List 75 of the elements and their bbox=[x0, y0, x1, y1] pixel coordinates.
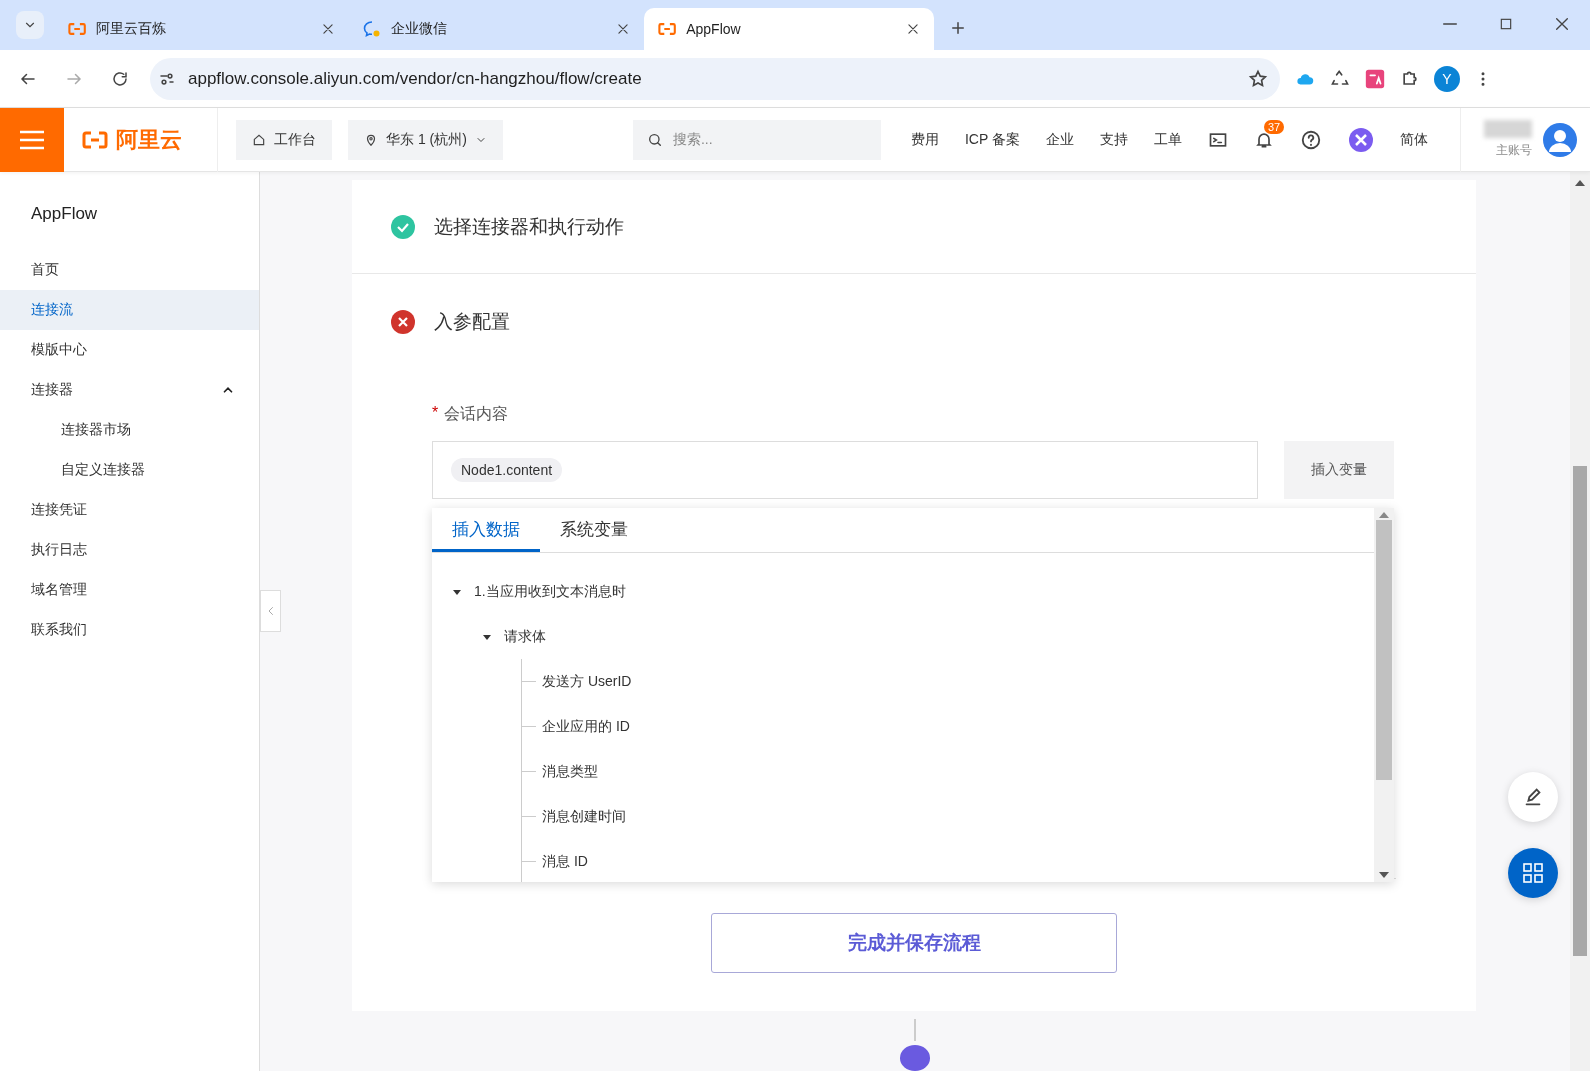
header-nav-link[interactable]: 费用 bbox=[910, 130, 939, 149]
bracket-logo-icon bbox=[658, 22, 677, 36]
tree-leaf-label[interactable]: 消息类型 bbox=[542, 762, 598, 781]
sidebar-item[interactable]: 执行日志 bbox=[0, 530, 259, 570]
language-link[interactable]: 简体 bbox=[1399, 130, 1428, 149]
tree-node-label[interactable]: 1.当应用收到文本消息时 bbox=[474, 582, 626, 601]
tree-node-label[interactable]: 请求体 bbox=[504, 627, 546, 646]
sidebar-item[interactable]: 域名管理 bbox=[0, 570, 259, 610]
save-flow-button[interactable]: 完成并保存流程 bbox=[711, 913, 1117, 973]
tree-leaf-label[interactable]: 企业应用的 ID bbox=[542, 717, 630, 736]
browser-tab[interactable]: 企业微信 bbox=[349, 8, 644, 50]
close-icon[interactable] bbox=[906, 22, 920, 36]
address-bar[interactable]: appflow.console.aliyun.com/vendor/cn-hangzhou/flow/create bbox=[150, 57, 1280, 100]
blurred-name bbox=[1484, 120, 1532, 138]
account-label: 主账号 bbox=[1496, 142, 1532, 159]
sidebar-item[interactable]: 连接器市场 bbox=[0, 410, 259, 450]
page-scrollbar[interactable] bbox=[1570, 172, 1590, 1071]
scroll-up-icon[interactable] bbox=[1379, 512, 1389, 518]
add-step-button[interactable] bbox=[900, 1045, 930, 1071]
step-title: 选择连接器和执行动作 bbox=[434, 214, 624, 239]
field-label: * 会话内容 bbox=[432, 404, 1396, 425]
sidebar-item[interactable]: 连接器 bbox=[0, 370, 259, 410]
sidebar-item[interactable]: 连接流 bbox=[0, 290, 259, 330]
region-selector[interactable]: 华东 1 (杭州) bbox=[348, 119, 503, 160]
sidebar-item[interactable]: 联系我们 bbox=[0, 610, 259, 650]
insert-variable-button[interactable]: 插入变量 bbox=[1284, 441, 1394, 499]
plus-icon bbox=[949, 19, 967, 37]
sidebar-item[interactable]: 模版中心 bbox=[0, 330, 259, 370]
minimize-icon bbox=[1443, 23, 1457, 25]
sidebar-item[interactable]: 连接凭证 bbox=[0, 490, 259, 530]
maximize-icon bbox=[1499, 17, 1513, 31]
star-icon[interactable] bbox=[1248, 68, 1268, 89]
header-nav-link[interactable]: 工单 bbox=[1153, 130, 1182, 149]
bracket-logo-icon bbox=[68, 22, 87, 36]
input-field[interactable]: Node1.content bbox=[432, 441, 1258, 499]
browser-tab[interactable]: 阿里云百炼 bbox=[54, 8, 349, 50]
search-icon bbox=[646, 131, 663, 148]
workbench-button[interactable]: 工作台 bbox=[236, 119, 332, 160]
bracket-logo-icon bbox=[82, 129, 108, 150]
notification-count: 37 bbox=[1263, 119, 1285, 134]
header-nav-link[interactable]: ICP 备案 bbox=[964, 130, 1020, 149]
tree-leaf-label[interactable]: 消息 ID bbox=[542, 852, 588, 871]
tree-leaf-label[interactable]: 消息创建时间 bbox=[542, 807, 626, 826]
close-icon[interactable] bbox=[616, 22, 630, 36]
header-nav-link[interactable]: 支持 bbox=[1099, 130, 1128, 149]
profile-avatar[interactable]: Y bbox=[1434, 65, 1460, 92]
header-nav-link[interactable]: 企业 bbox=[1045, 130, 1074, 149]
close-icon bbox=[1554, 16, 1570, 32]
menu-icon bbox=[19, 129, 45, 150]
location-pin-icon bbox=[364, 132, 378, 147]
dropdown-tab[interactable]: 系统变量 bbox=[540, 508, 648, 552]
sidebar-item[interactable]: 自定义连接器 bbox=[0, 450, 259, 490]
close-icon[interactable] bbox=[321, 22, 335, 36]
required-mark: * bbox=[432, 404, 439, 423]
apps-button[interactable] bbox=[1508, 848, 1558, 898]
grid-icon bbox=[1521, 861, 1545, 885]
scroll-down-icon[interactable] bbox=[1379, 872, 1389, 878]
tree-leaf-label[interactable]: 发送方 UserID bbox=[542, 672, 632, 691]
dropdown-tab[interactable]: 插入数据 bbox=[432, 508, 540, 552]
menu-button[interactable] bbox=[0, 107, 64, 172]
user-avatar-icon[interactable] bbox=[1542, 121, 1578, 158]
sidebar-title: AppFlow bbox=[30, 204, 99, 225]
reload-icon bbox=[111, 69, 129, 88]
assistant-icon[interactable] bbox=[1347, 126, 1374, 153]
scroll-up-icon[interactable] bbox=[1575, 180, 1585, 186]
step-title: 入参配置 bbox=[434, 310, 510, 334]
home-icon bbox=[252, 132, 266, 147]
browser-tab[interactable]: AppFlow bbox=[644, 8, 934, 50]
chat-bubble-icon bbox=[363, 20, 381, 38]
scrollbar[interactable] bbox=[1374, 508, 1394, 882]
variable-token[interactable]: Node1.content bbox=[451, 458, 563, 482]
sidebar-item[interactable]: 首页 bbox=[0, 250, 259, 290]
help-icon[interactable] bbox=[1299, 128, 1322, 151]
brand-logo-text: 阿里云 bbox=[116, 125, 182, 154]
edit-button[interactable] bbox=[1508, 772, 1558, 822]
